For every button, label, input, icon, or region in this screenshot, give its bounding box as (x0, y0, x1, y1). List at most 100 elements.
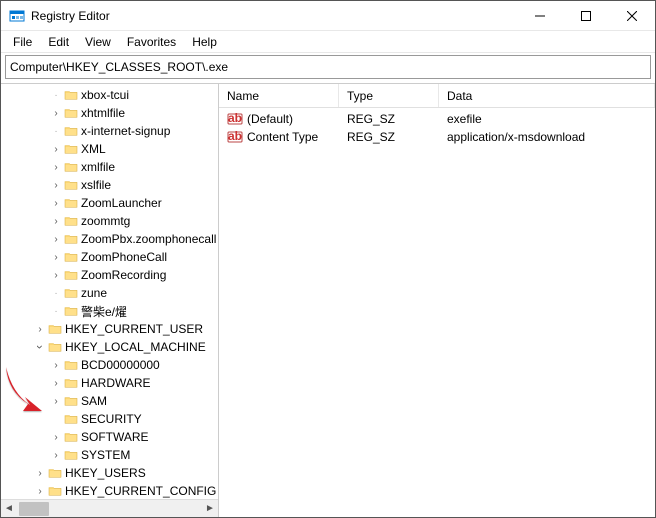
expand-icon[interactable]: › (49, 142, 63, 156)
tree-item-label: xhtmlfile (81, 106, 125, 120)
expand-icon[interactable]: › (49, 394, 63, 408)
tree-item[interactable]: ›ZoomPhoneCall (1, 248, 218, 266)
folder-icon (47, 322, 63, 336)
cell-name: ab(Default) (219, 112, 339, 126)
maximize-button[interactable] (563, 1, 609, 30)
expand-icon[interactable]: › (49, 196, 63, 210)
tree-scroll[interactable]: · xbox-tcui › xhtmlfile ·x-internet-signup › X… (1, 84, 218, 499)
tree-horizontal-scrollbar[interactable]: ◄ ► (1, 499, 218, 517)
folder-icon (63, 88, 79, 102)
tree-item-label: zune (81, 286, 107, 300)
menu-view[interactable]: View (77, 33, 119, 51)
no-children-icon: · (49, 126, 63, 137)
menu-bar: File Edit View Favorites Help (1, 31, 655, 53)
tree-item[interactable]: ·警柴e/燿 (1, 302, 218, 320)
list-body: ab(Default)REG_SZexefileabContent TypeRE… (219, 108, 655, 517)
scroll-right-icon[interactable]: ► (202, 501, 218, 517)
folder-icon (63, 178, 79, 192)
cell-type: REG_SZ (339, 112, 439, 126)
minimize-button[interactable] (517, 1, 563, 30)
expand-icon[interactable]: › (49, 430, 63, 444)
expand-icon[interactable]: › (33, 484, 47, 498)
tree-item-label: XML (81, 142, 106, 156)
folder-icon (63, 160, 79, 174)
expand-icon[interactable]: › (49, 268, 63, 282)
scroll-thumb[interactable] (19, 502, 49, 516)
tree-item[interactable]: ›ZoomPbx.zoomphonecall (1, 230, 218, 248)
tree-item[interactable]: › HKEY_CURRENT_CONFIG (1, 482, 218, 499)
tree-item[interactable]: ›ZoomRecording (1, 266, 218, 284)
tree-item[interactable]: ›HARDWARE (1, 374, 218, 392)
expand-icon[interactable]: › (33, 466, 47, 480)
tree-item[interactable]: › XML (1, 140, 218, 158)
tree-item[interactable]: ›xmlfile (1, 158, 218, 176)
tree-item-label: SAM (81, 394, 107, 408)
tree-item[interactable]: › zoommtg (1, 212, 218, 230)
scroll-left-icon[interactable]: ◄ (1, 501, 17, 517)
tree-item-label: zoommtg (81, 214, 130, 228)
string-value-icon: ab (227, 130, 243, 144)
tree-item[interactable]: › BCD00000000 (1, 356, 218, 374)
tree-item[interactable]: › HKEY_USERS (1, 464, 218, 482)
expand-icon[interactable]: › (49, 232, 63, 246)
expand-icon[interactable]: › (49, 358, 63, 372)
tree-item[interactable]: › ZoomLauncher (1, 194, 218, 212)
tree-item-label: SECURITY (81, 412, 142, 426)
cell-data: application/x-msdownload (439, 130, 655, 144)
address-bar[interactable]: Computer\HKEY_CLASSES_ROOT\.exe (5, 55, 651, 79)
expand-icon[interactable]: › (33, 322, 47, 336)
tree-item[interactable]: · zune (1, 284, 218, 302)
tree-item-label: HKEY_USERS (65, 466, 146, 480)
menu-help[interactable]: Help (184, 33, 225, 51)
column-header-data[interactable]: Data (439, 84, 655, 107)
tree-item[interactable]: · xbox-tcui (1, 86, 218, 104)
expand-icon[interactable]: › (49, 376, 63, 390)
tree-item-label: HKEY_CURRENT_CONFIG (65, 484, 216, 498)
tree-item-label: HKEY_CURRENT_USER (65, 322, 203, 336)
menu-favorites[interactable]: Favorites (119, 33, 184, 51)
tree-item-label: ZoomLauncher (81, 196, 162, 210)
close-button[interactable] (609, 1, 655, 30)
tree-item[interactable]: ›SOFTWARE (1, 428, 218, 446)
folder-icon (63, 430, 79, 444)
folder-icon (63, 196, 79, 210)
menu-edit[interactable]: Edit (40, 33, 77, 51)
column-header-name[interactable]: Name (219, 84, 339, 107)
list-header: Name Type Data (219, 84, 655, 108)
tree-item[interactable]: ›SYSTEM (1, 446, 218, 464)
tree-item[interactable]: ›HKEY_LOCAL_MACHINE (1, 338, 218, 356)
folder-icon (63, 250, 79, 264)
folder-icon (63, 124, 79, 138)
tree-item-label: xslfile (81, 178, 111, 192)
folder-icon (63, 412, 79, 426)
tree-item[interactable]: ·x-internet-signup (1, 122, 218, 140)
menu-file[interactable]: File (5, 33, 40, 51)
folder-icon (63, 448, 79, 462)
folder-icon (63, 376, 79, 390)
title-bar: Registry Editor (1, 1, 655, 31)
expand-icon[interactable]: › (49, 106, 63, 120)
folder-icon (63, 106, 79, 120)
folder-icon (63, 286, 79, 300)
expand-icon[interactable]: › (49, 160, 63, 174)
column-header-type[interactable]: Type (339, 84, 439, 107)
expand-icon[interactable]: › (49, 178, 63, 192)
tree-item-label: xbox-tcui (81, 88, 129, 102)
tree-item[interactable]: › xhtmlfile (1, 104, 218, 122)
cell-name: abContent Type (219, 130, 339, 144)
tree-item[interactable]: › SAM (1, 392, 218, 410)
tree-item-label: BCD00000000 (81, 358, 160, 372)
tree-item[interactable]: › xslfile (1, 176, 218, 194)
collapse-icon[interactable]: › (33, 340, 47, 354)
tree-item[interactable]: › HKEY_CURRENT_USER (1, 320, 218, 338)
expand-icon[interactable]: › (49, 448, 63, 462)
cell-data: exefile (439, 112, 655, 126)
no-children-icon: · (49, 288, 63, 299)
tree-item[interactable]: SECURITY (1, 410, 218, 428)
expand-icon[interactable]: › (49, 214, 63, 228)
expand-icon[interactable]: › (49, 250, 63, 264)
list-row[interactable]: abContent TypeREG_SZapplication/x-msdown… (219, 128, 655, 146)
no-children-icon: · (49, 90, 63, 101)
tree-items: · xbox-tcui › xhtmlfile ·x-internet-signup › X… (1, 84, 218, 499)
list-row[interactable]: ab(Default)REG_SZexefile (219, 110, 655, 128)
